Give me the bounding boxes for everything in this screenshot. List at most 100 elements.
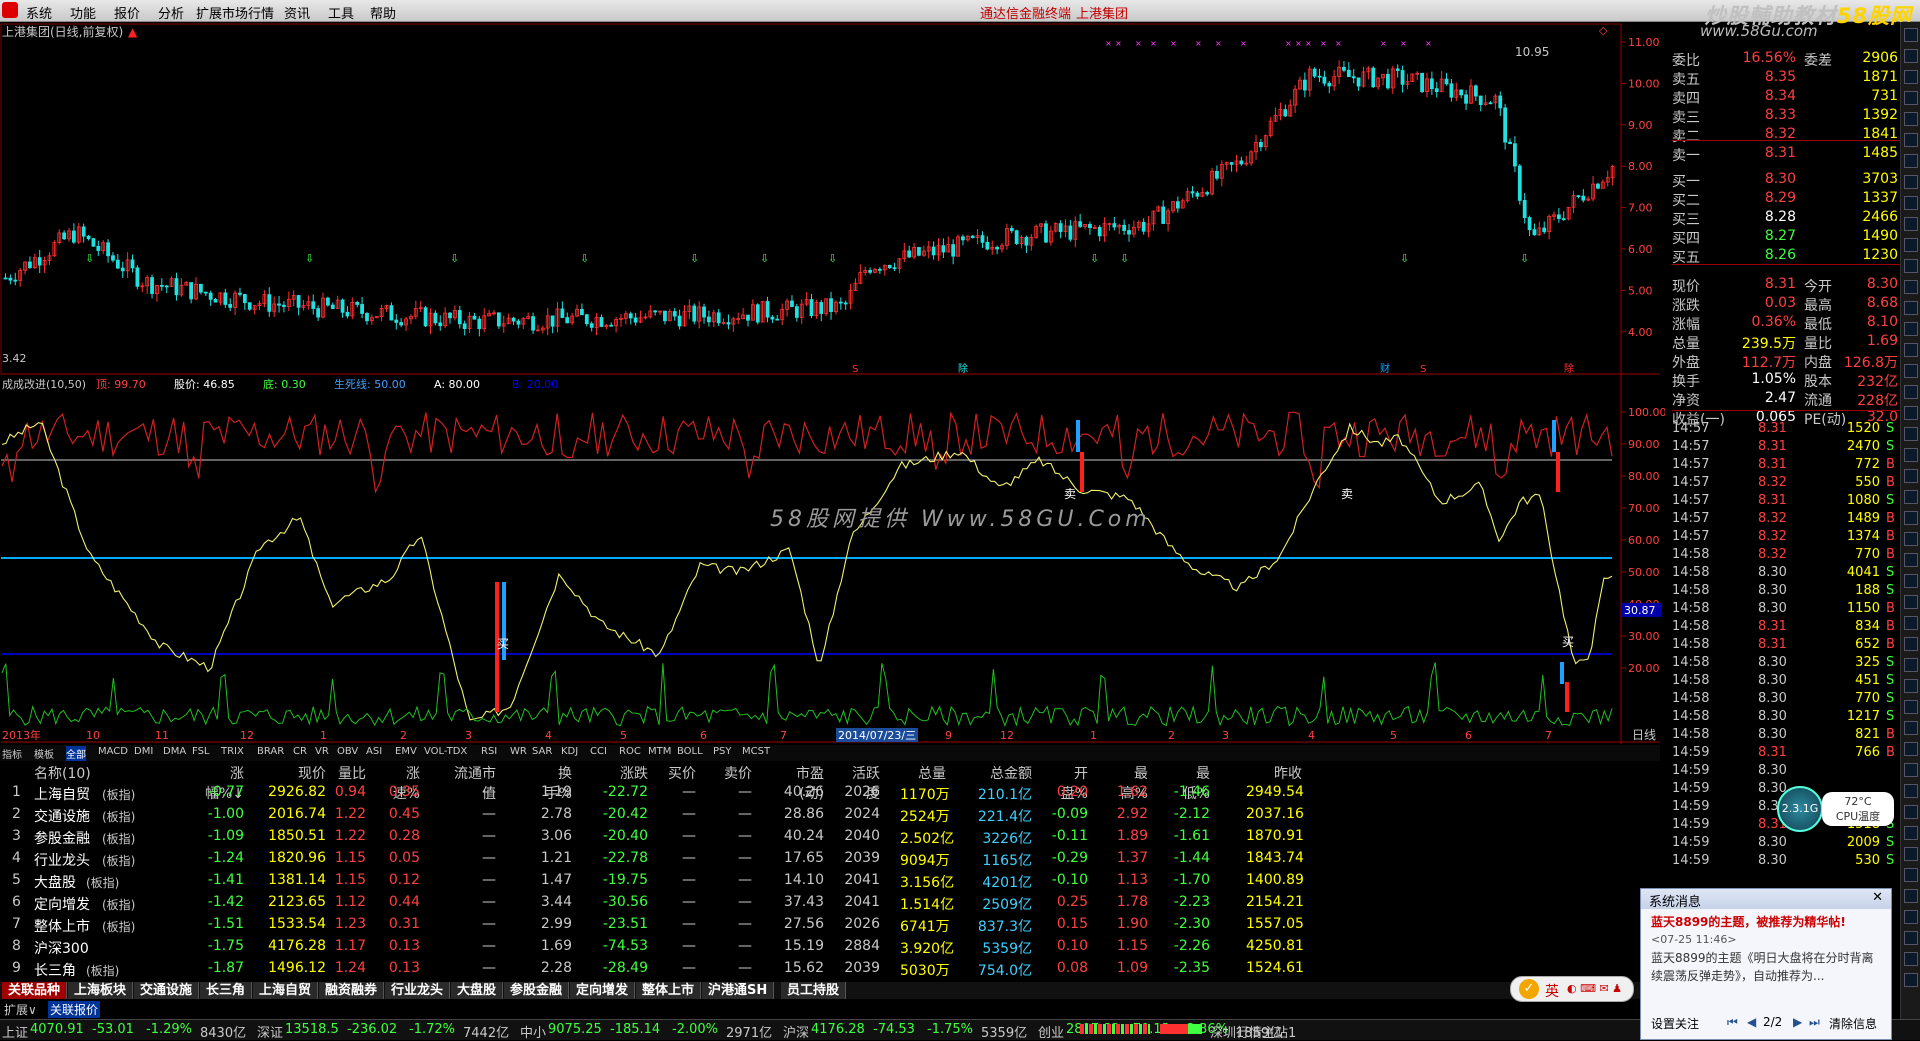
next-page-icon[interactable]: ▶ [1793,1015,1802,1029]
last-page-icon[interactable]: ⏭ [1809,1015,1820,1030]
table-header-11[interactable]: 活跃度 [840,763,880,802]
table-header-5[interactable]: 流通市值 [446,763,496,802]
indicator-tab[interactable]: DMI [134,746,153,757]
table-header-16[interactable]: 最低% [1170,763,1210,802]
toolbar-icon[interactable] [1904,532,1918,546]
server-name[interactable]: 深圳行情主站1 [1210,1022,1296,1041]
menu-ext-market[interactable]: 扩展市场行情 [196,3,274,22]
toolbar-icon[interactable] [1904,763,1918,777]
indicator-tab[interactable]: DMA [163,746,186,757]
indicator-tab[interactable]: ASI [366,746,382,757]
table-cell[interactable]: 沪深300 [34,938,144,958]
toolbar-icon[interactable] [1904,133,1918,147]
toolbar-icon[interactable] [1904,385,1918,399]
toolbar-icon[interactable] [1904,889,1918,903]
popup-clear-button[interactable]: 清除信息 [1829,1015,1877,1032]
network-gauge[interactable]: 2.3.1G [1777,786,1823,832]
bottom-tab[interactable]: 融资融券 [319,982,385,999]
status-index-name[interactable]: 中小 [520,1022,546,1041]
bottom-tab[interactable]: 行业龙头 [385,982,451,999]
table-header-9[interactable]: 卖价 [722,763,752,783]
indicator-tab[interactable]: VR [315,746,329,757]
toolbar-icon[interactable] [1904,364,1918,378]
bottom-tab[interactable]: 整体上市 [636,982,702,999]
indicator-tab[interactable]: TRIX [221,746,244,757]
bottom-tab[interactable]: 长三角 [200,982,253,999]
popup-settings-link[interactable]: 设置关注 [1651,1015,1699,1032]
ime-toolbar[interactable]: ✓ 英 ◐ ⌨ ✉ ♟ [1510,976,1634,1002]
indicator-tab[interactable]: 模板 [34,746,54,761]
close-icon[interactable]: ✕ [1872,890,1883,905]
indicator-tab[interactable]: CR [293,746,307,757]
toolbar-icon[interactable] [1904,973,1918,987]
toolbar-icon[interactable] [1904,28,1918,42]
indicator-tab[interactable]: MCST [742,746,770,757]
indicator-tab[interactable]: BRAR [257,746,284,757]
menu-function[interactable]: 功能 [70,3,96,22]
prev-page-icon[interactable]: ◀ [1747,1015,1756,1029]
toolbar-icon[interactable] [1904,574,1918,588]
bottom-tab[interactable]: 上海自贸 [253,982,319,999]
toolbar-icon[interactable] [1904,595,1918,609]
bottom-tab[interactable]: 交通设施 [134,982,200,999]
toolbar-icon[interactable] [1904,931,1918,945]
menu-help[interactable]: 帮助 [370,3,396,22]
toolbar-icon[interactable] [1904,259,1918,273]
bottom-tab[interactable]: 沪港通SH [702,982,775,999]
toolbar-icon[interactable] [1904,427,1918,441]
table-header-13[interactable]: 总金额 [970,763,1032,783]
toolbar-icon[interactable] [1904,826,1918,840]
toolbar-icon[interactable] [1904,721,1918,735]
toolbar-icon[interactable] [1904,49,1918,63]
status-index-name[interactable]: 深证 [257,1022,283,1041]
indicator-tab[interactable]: ROC [619,746,641,757]
bottom-tab[interactable]: 定向增发 [570,982,636,999]
table-header-1[interactable]: 涨幅%↓ [196,763,244,802]
toolbar-icon[interactable] [1904,70,1918,84]
indicator-tab[interactable]: 全部 [66,746,86,761]
indicator-tab[interactable]: 指标 [2,746,22,761]
bottom-tab[interactable]: 参股金融 [504,982,570,999]
bottom-tab[interactable]: 关联品种 [2,982,68,999]
table-header-14[interactable]: 开盘% [1050,763,1088,802]
bottom-tab[interactable]: 员工持股 [781,982,847,999]
indicator-tab[interactable]: KDJ [561,746,578,757]
indicator-tab[interactable]: SAR [532,746,552,757]
toolbar-icon[interactable] [1904,280,1918,294]
toolbar-icon[interactable] [1904,343,1918,357]
toolbar-icon[interactable] [1904,637,1918,651]
indicator-tab[interactable]: CCI [590,746,607,757]
toolbar-icon[interactable] [1904,301,1918,315]
menu-analysis[interactable]: 分析 [158,3,184,22]
toolbar-icon[interactable] [1904,406,1918,420]
toolbar-icon[interactable] [1904,658,1918,672]
toolbar-icon[interactable] [1904,700,1918,714]
table-header-7[interactable]: 涨跌 [600,763,648,783]
toolbar-icon[interactable] [1904,868,1918,882]
table-header-15[interactable]: 最高% [1110,763,1148,802]
status-index-name[interactable]: 沪深 [783,1022,809,1041]
bottom-tab[interactable]: 上海板块 [68,982,134,999]
expand-toggle[interactable]: 扩展∨ [4,1001,37,1018]
menu-tools[interactable]: 工具 [328,3,354,22]
table-header-6[interactable]: 换手% [540,763,572,802]
indicator-tab[interactable]: PSY [713,746,732,757]
toolbar-icon[interactable] [1904,196,1918,210]
table-header-17[interactable]: 昨收 [1246,763,1302,783]
toolbar-icon[interactable] [1904,154,1918,168]
indicator-tab[interactable]: EMV [395,746,417,757]
toolbar-icon[interactable] [1904,91,1918,105]
table-header-4[interactable]: 涨速% [380,763,420,802]
toolbar-icon[interactable] [1904,742,1918,756]
app-logo-icon[interactable] [2,2,18,18]
table-header-12[interactable]: 总量 [900,763,946,783]
toolbar-icon[interactable] [1904,469,1918,483]
popup-headline[interactable]: 蓝天8899的主题，被推荐为精华帖! [1651,913,1846,930]
indicator-tab[interactable]: FSL [192,746,210,757]
indicator-tab[interactable]: BOLL [677,746,703,757]
indicator-tab[interactable]: RSI [481,746,497,757]
table-header-3[interactable]: 量比 [326,763,366,783]
toolbar-icon[interactable] [1904,238,1918,252]
status-index-name[interactable]: 上证 [2,1022,28,1041]
menu-system[interactable]: 系统 [26,3,52,22]
